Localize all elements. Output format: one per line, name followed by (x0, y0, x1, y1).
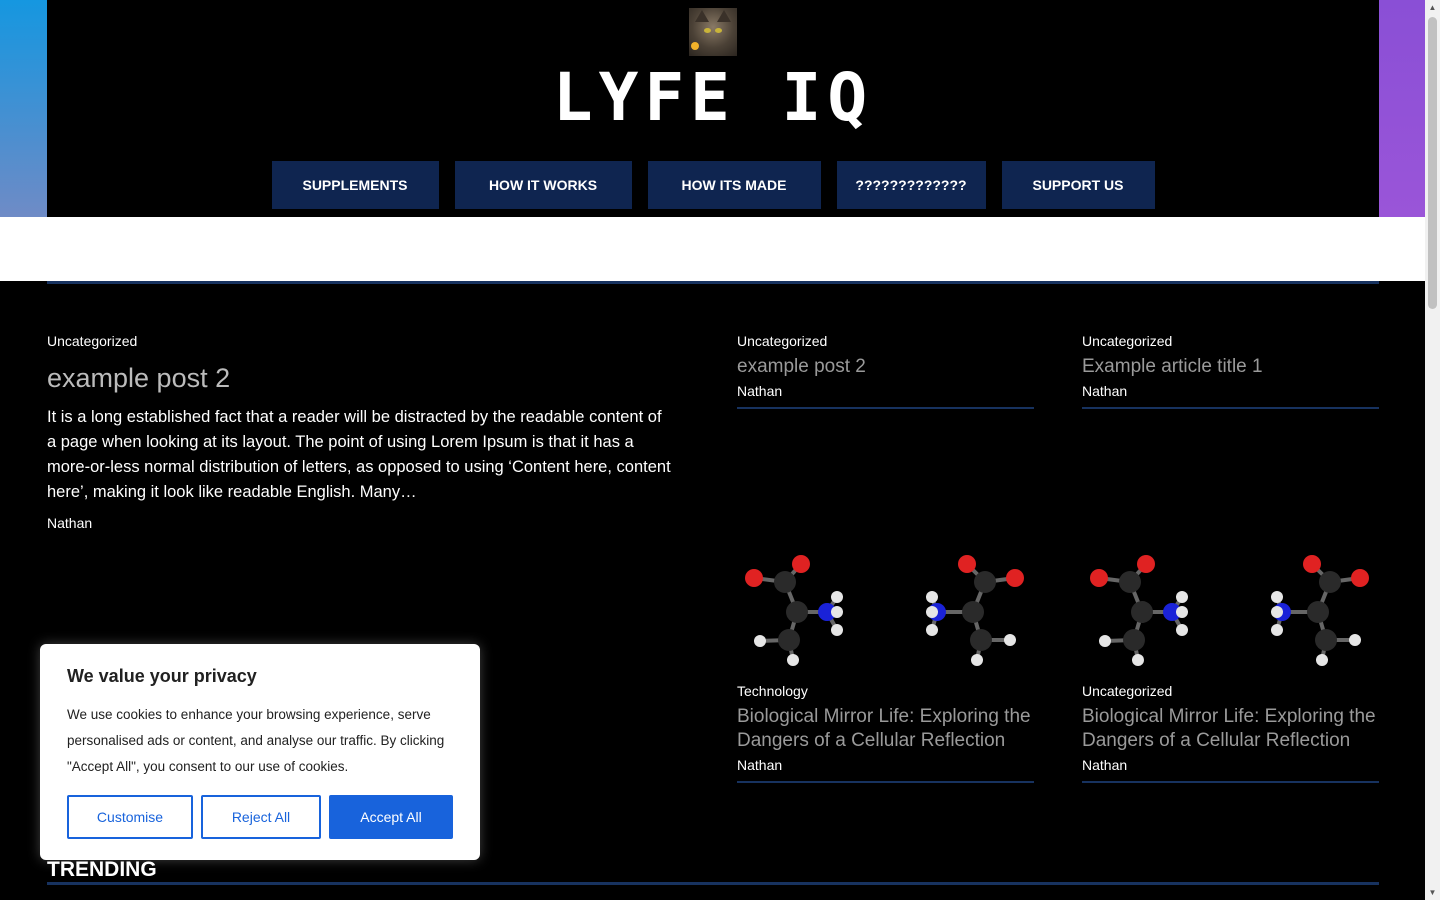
card-title[interactable]: Biological Mirror Life: Exploring the Da… (1082, 705, 1379, 753)
molecule-image[interactable] (737, 550, 1034, 670)
header-gradient-left (0, 0, 47, 217)
section-divider (47, 882, 1379, 885)
post-card: Technology Biological Mirror Life: Explo… (737, 683, 1034, 783)
page-scrollbar[interactable]: ▲ ▼ (1425, 0, 1440, 900)
cat-ear-icon (717, 10, 731, 22)
nav-item-question-marks[interactable]: ????????????? (836, 161, 986, 209)
scroll-down-icon[interactable]: ▼ (1425, 885, 1440, 900)
cat-ear-icon (695, 10, 709, 22)
card-divider (737, 407, 1034, 409)
card-author[interactable]: Nathan (737, 757, 1034, 773)
site-title[interactable]: LYFE IQ (47, 62, 1379, 134)
header-gradient-right (1379, 0, 1425, 217)
trending-heading: TRENDING (47, 858, 157, 881)
card-title[interactable]: Biological Mirror Life: Exploring the Da… (737, 705, 1034, 753)
post-card: Uncategorized Example article title 1 Na… (1082, 333, 1379, 409)
card-divider (1082, 781, 1379, 783)
nav-item-how-its-made[interactable]: HOW ITS MADE (647, 161, 821, 209)
card-divider (737, 781, 1034, 783)
card-category[interactable]: Uncategorized (737, 333, 1034, 349)
post-card: Uncategorized Biological Mirror Life: Ex… (1082, 683, 1379, 783)
scrollbar-thumb[interactable] (1428, 17, 1437, 309)
featured-author[interactable]: Nathan (47, 515, 672, 531)
section-divider (47, 281, 1379, 284)
cat-eye-icon (704, 28, 711, 33)
card-author[interactable]: Nathan (737, 383, 1034, 399)
post-card: Uncategorized example post 2 Nathan (737, 333, 1034, 409)
card-category[interactable]: Technology (737, 683, 1034, 699)
molecule-image[interactable] (1082, 550, 1379, 670)
site-header: LYFE IQ SUPPLEMENTS HOW IT WORKS HOW ITS… (47, 0, 1379, 217)
nav-item-how-it-works[interactable]: HOW IT WORKS (454, 161, 632, 209)
card-title[interactable]: example post 2 (737, 355, 1034, 379)
reject-all-button[interactable]: Reject All (201, 795, 321, 839)
main-nav: SUPPLEMENTS HOW IT WORKS HOW ITS MADE ??… (47, 161, 1379, 209)
cookie-text: We use cookies to enhance your browsing … (67, 707, 445, 774)
customise-button[interactable]: Customise (67, 795, 193, 839)
white-banner-strip (0, 217, 1425, 281)
card-title[interactable]: Example article title 1 (1082, 355, 1379, 379)
card-author[interactable]: Nathan (1082, 757, 1379, 773)
nav-item-supplements[interactable]: SUPPLEMENTS (271, 161, 439, 209)
nav-item-support-us[interactable]: SUPPORT US (1001, 161, 1155, 209)
flower-icon (691, 42, 699, 50)
card-author[interactable]: Nathan (1082, 383, 1379, 399)
featured-post: Uncategorized example post 2 It is a lon… (47, 333, 672, 531)
card-divider (1082, 407, 1379, 409)
site-logo-cat-image[interactable] (689, 8, 737, 56)
scroll-up-icon[interactable]: ▲ (1425, 0, 1440, 15)
cat-eye-icon (715, 28, 722, 33)
card-category[interactable]: Uncategorized (1082, 683, 1379, 699)
featured-category[interactable]: Uncategorized (47, 333, 672, 349)
cookie-consent-banner: We value your privacy We use cookies to … (40, 644, 480, 860)
accept-all-button[interactable]: Accept All (329, 795, 453, 839)
cookie-title: We value your privacy (67, 666, 257, 686)
card-category[interactable]: Uncategorized (1082, 333, 1379, 349)
featured-excerpt: It is a long established fact that a rea… (47, 408, 671, 501)
featured-title[interactable]: example post 2 (47, 361, 672, 395)
